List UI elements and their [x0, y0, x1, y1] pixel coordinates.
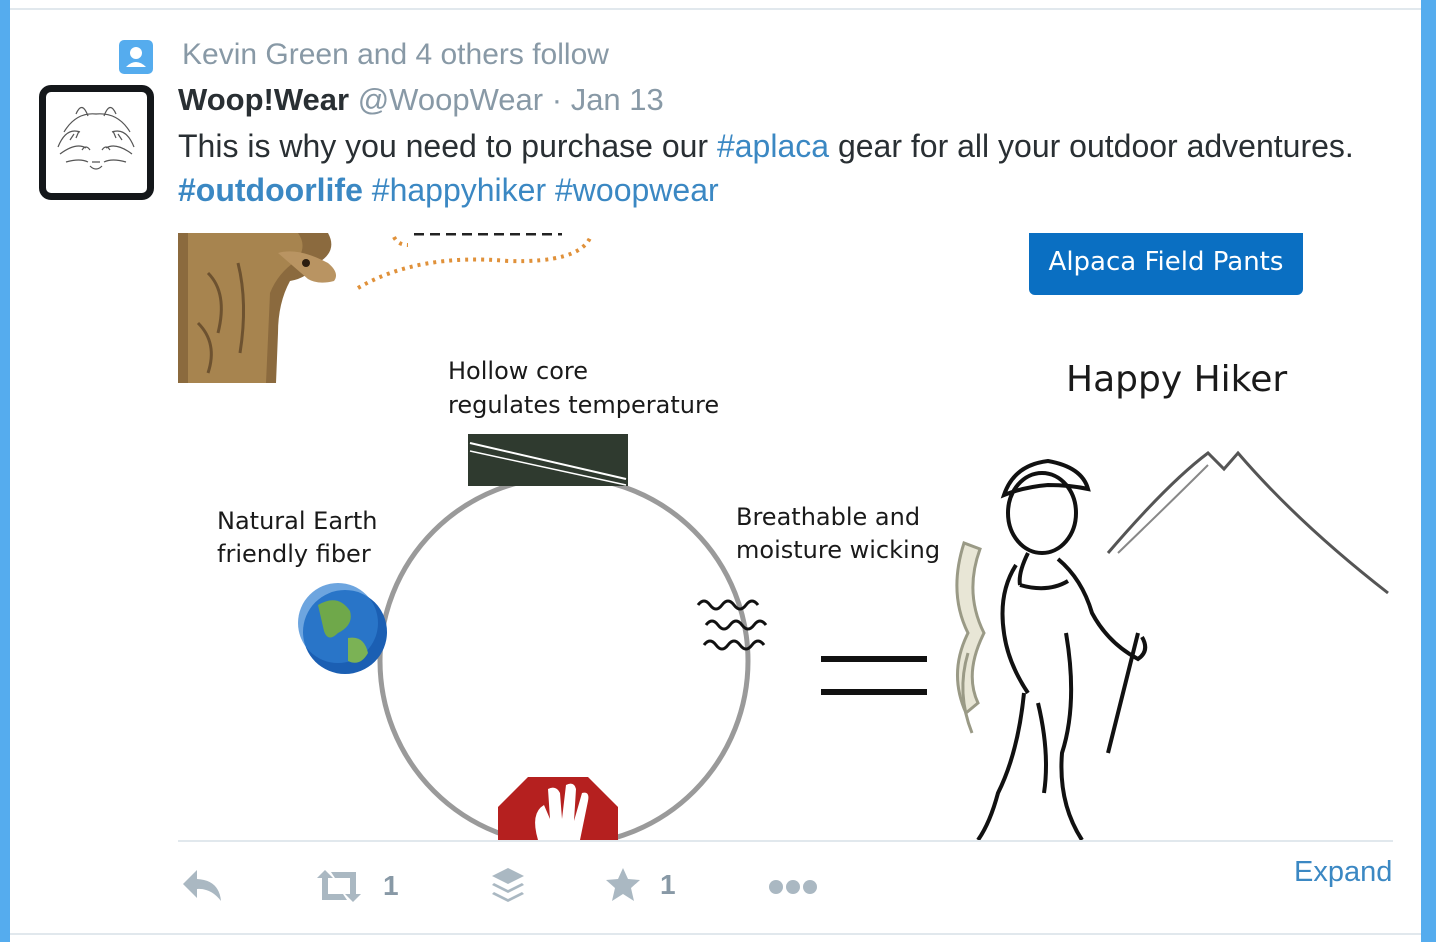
tweet-text-space: [546, 172, 555, 208]
tweet-text-space: [363, 172, 372, 208]
tweet-bottom-border: [10, 933, 1421, 935]
window-edge-right: [1421, 0, 1436, 942]
tweet-date[interactable]: Jan 13: [571, 82, 664, 117]
happy-hiker-title: Happy Hiker: [1066, 359, 1288, 400]
hashtag-aplaca[interactable]: #aplaca: [717, 128, 829, 164]
hashtag-happyhiker[interactable]: #happyhiker: [372, 172, 546, 208]
favorite-button[interactable]: 1: [604, 866, 676, 904]
reply-icon: [183, 870, 221, 901]
hollow-core-line1: Hollow core: [448, 357, 588, 385]
natural-fiber-line2: friendly fiber: [217, 540, 371, 568]
tweet-text: This is why you need to purchase our #ap…: [178, 124, 1378, 212]
media-divider: [178, 840, 1393, 842]
hashtag-woopwear[interactable]: #woopwear: [555, 172, 719, 208]
retweet-icon: [317, 870, 361, 902]
retweet-count: 1: [383, 870, 399, 901]
window-edge-left: [0, 0, 10, 942]
social-context-text[interactable]: Kevin Green and 4 others follow: [182, 38, 609, 72]
retweet-button[interactable]: 1: [313, 868, 399, 904]
tweet-top-border: [10, 8, 1421, 10]
buffer-button[interactable]: [490, 866, 526, 904]
expand-link[interactable]: Expand: [1294, 856, 1392, 889]
user-icon: [119, 40, 153, 74]
reply-button[interactable]: [181, 868, 223, 904]
alpaca-logo: [57, 106, 135, 170]
breathable-line2: moisture wicking: [736, 536, 941, 564]
author-handle[interactable]: @WoopWear: [358, 82, 543, 117]
tweet-text-intro: This is why you need to purchase our: [178, 128, 717, 164]
hashtag-outdoorlife[interactable]: #outdoorlife: [178, 172, 363, 208]
favorite-count: 1: [660, 869, 676, 900]
tweet-media-image[interactable]: Alpaca Field Pants Hollow core regulates…: [178, 233, 1393, 840]
breathable-line1: Breathable and: [736, 503, 921, 531]
natural-fiber-line1: Natural Earth: [217, 507, 378, 535]
stack-icon: [492, 868, 524, 902]
alpaca-field-pants-badge: Alpaca Field Pants: [1029, 233, 1303, 295]
star-icon: [606, 868, 640, 901]
more-dots-icon: [769, 880, 817, 894]
tweet-header: Woop!Wear @WoopWear · Jan 13: [178, 82, 664, 118]
tweet-text-middle: gear for all your outdoor adventures.: [829, 128, 1354, 164]
author-name[interactable]: Woop!Wear: [178, 82, 349, 117]
avatar[interactable]: [39, 85, 154, 200]
alpaca-illustration: [178, 233, 336, 383]
hollow-core-line2: regulates temperature: [448, 391, 720, 419]
header-separator: ·: [551, 82, 563, 117]
more-options-button[interactable]: [768, 878, 818, 896]
